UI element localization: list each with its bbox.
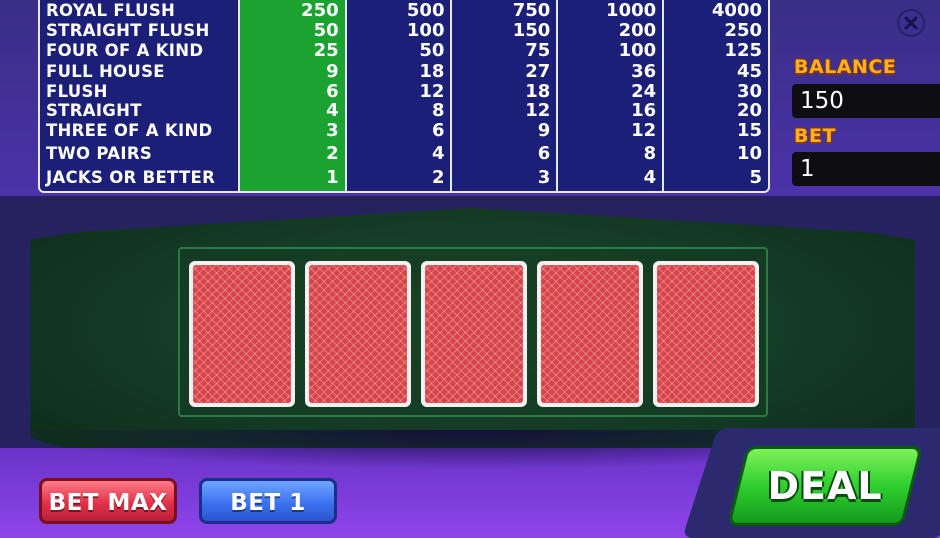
payout-value: 750 <box>512 0 551 21</box>
paytable-column-1-highlighted: 250 50 25 9 6 4 3 2 1 <box>237 0 345 191</box>
hand-name: STRAIGHT <box>46 101 142 120</box>
payout-value: 1 <box>326 167 339 188</box>
payout-value: 3 <box>326 120 339 141</box>
payout-value: 4 <box>326 100 339 121</box>
payout-value: 125 <box>724 40 762 61</box>
payout-value: 1000 <box>606 0 657 21</box>
hand-name: TWO PAIRS <box>46 144 153 163</box>
payout-value: 25 <box>313 40 339 61</box>
balance-value: 150 <box>792 84 940 118</box>
payout-value: 8 <box>431 100 445 121</box>
payout-value: 250 <box>301 0 339 21</box>
payout-value: 3 <box>537 167 551 188</box>
card-4[interactable] <box>537 261 643 407</box>
payout-value: 500 <box>406 0 445 21</box>
payout-value: 50 <box>419 40 445 61</box>
payout-value: 27 <box>525 61 551 82</box>
close-icon <box>904 16 918 30</box>
hand-name: JACKS OR BETTER <box>46 168 216 187</box>
card-3[interactable] <box>421 261 527 407</box>
payout-value: 75 <box>525 40 551 61</box>
payout-value: 8 <box>643 143 657 164</box>
payout-value: 24 <box>631 81 657 102</box>
hand-name: ROYAL FLUSH <box>46 1 176 20</box>
payout-value: 16 <box>631 100 657 121</box>
payout-value: 18 <box>525 81 551 102</box>
payout-value: 2 <box>431 167 445 188</box>
bet-value: 1 <box>792 152 940 186</box>
bet-max-button[interactable]: BET MAX <box>39 478 177 524</box>
payout-value: 15 <box>736 120 762 141</box>
payout-value: 9 <box>537 120 551 141</box>
payout-value: 12 <box>419 81 445 102</box>
card-back <box>193 265 291 403</box>
payout-value: 6 <box>431 120 445 141</box>
paytable-column-5: 4000 250 125 45 30 20 15 10 5 <box>662 0 768 191</box>
payout-value: 2 <box>326 143 339 164</box>
payout-value: 50 <box>313 20 339 41</box>
hand-name: THREE OF A KIND <box>46 121 213 140</box>
paytable-column-4: 1000 200 100 36 24 16 12 8 4 <box>556 0 662 191</box>
card-back <box>541 265 639 403</box>
payout-value: 36 <box>631 61 657 82</box>
payout-value: 200 <box>618 20 657 41</box>
payout-value: 150 <box>512 20 551 41</box>
payout-value: 20 <box>736 100 762 121</box>
card-back <box>309 265 407 403</box>
payout-value: 6 <box>537 143 551 164</box>
payout-value: 12 <box>631 120 657 141</box>
payout-value: 30 <box>736 81 762 102</box>
payout-value: 4 <box>643 167 657 188</box>
payout-value: 18 <box>419 61 445 82</box>
payout-value: 10 <box>736 143 762 164</box>
hand-name: FOUR OF A KIND <box>46 41 204 60</box>
card-2[interactable] <box>305 261 411 407</box>
bet-label: BET <box>794 125 836 147</box>
payout-value: 100 <box>406 20 445 41</box>
paytable-hand-names: ROYAL FLUSH STRAIGHT FLUSH FOUR OF A KIN… <box>40 0 238 191</box>
payout-value: 250 <box>724 20 762 41</box>
close-button[interactable] <box>897 9 925 37</box>
card-1[interactable] <box>189 261 295 407</box>
card-back <box>425 265 523 403</box>
payout-value: 6 <box>326 81 339 102</box>
payout-value: 4000 <box>711 0 762 21</box>
hand-name: FULL HOUSE <box>46 62 165 81</box>
payout-value: 9 <box>326 61 339 82</box>
deal-button-label: DEAL <box>767 464 883 508</box>
card-back <box>657 265 755 403</box>
hand-name: FLUSH <box>46 82 108 101</box>
balance-label: BALANCE <box>794 56 897 78</box>
payout-value: 100 <box>618 40 657 61</box>
hand-name: STRAIGHT FLUSH <box>46 21 210 40</box>
deal-button[interactable]: DEAL <box>727 446 923 526</box>
payout-value: 12 <box>525 100 551 121</box>
payout-value: 5 <box>749 167 762 188</box>
paytable-column-3: 750 150 75 27 18 12 9 6 3 <box>450 0 556 191</box>
paytable-column-2: 500 100 50 18 12 8 6 4 2 <box>344 0 451 191</box>
paytable: ROYAL FLUSH STRAIGHT FLUSH FOUR OF A KIN… <box>38 0 770 193</box>
bet-one-button[interactable]: BET 1 <box>199 478 337 524</box>
card-5[interactable] <box>653 261 759 407</box>
payout-value: 45 <box>736 61 762 82</box>
payout-value: 4 <box>431 143 445 164</box>
